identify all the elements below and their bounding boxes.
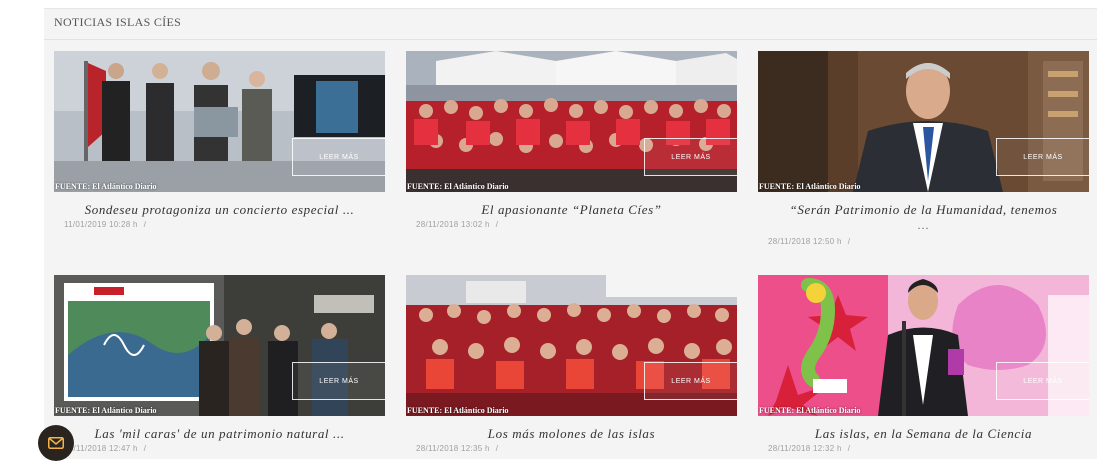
photo-source: FUENTE: El Atlántico Diario [759, 406, 861, 415]
section-title: NOTICIAS ISLAS CÍES [54, 15, 182, 29]
news-card[interactable]: LEER MÁS FUENTE: El Atlántico Diario Los… [406, 275, 737, 453]
separator-slash: / [495, 444, 499, 453]
separator-slash: / [847, 237, 851, 246]
news-card[interactable]: LEER MÁS FUENTE: El Atlántico Diario Son… [54, 51, 385, 229]
news-meta: 28/11/2018 12:32 h / [768, 444, 1089, 453]
news-thumbnail[interactable]: LEER MÁS FUENTE: El Atlántico Diario [54, 51, 385, 192]
read-more-button[interactable]: LEER MÁS [644, 362, 737, 400]
read-more-button[interactable]: LEER MÁS [644, 138, 737, 176]
read-more-button[interactable]: LEER MÁS [292, 138, 385, 176]
news-thumbnail[interactable]: LEER MÁS FUENTE: El Atlántico Diario [406, 275, 737, 416]
news-meta: 28/11/2018 13:02 h / [416, 220, 737, 229]
photo-source: FUENTE: El Atlántico Diario [55, 182, 157, 191]
photo-source: FUENTE: El Atlántico Diario [759, 182, 861, 191]
news-title[interactable]: “Serán Patrimonio de la Humanidad, tenem… [758, 202, 1089, 218]
news-meta: 28/11/2018 12:47 h / [64, 444, 385, 453]
news-date: 28/11/2018 12:35 h [416, 444, 490, 453]
news-meta: 28/11/2018 12:35 h / [416, 444, 737, 453]
news-thumbnail[interactable]: LEER MÁS FUENTE: El Atlántico Diario [758, 51, 1089, 192]
news-title[interactable]: Sondeseu protagoniza un concierto especi… [54, 202, 385, 218]
news-title[interactable]: Los más molones de las islas [406, 426, 737, 442]
separator-slash: / [495, 220, 499, 229]
photo-source: FUENTE: El Atlántico Diario [407, 182, 509, 191]
news-card[interactable]: LEER MÁS FUENTE: El Atlántico Diario Las… [758, 275, 1089, 453]
news-card[interactable]: LEER MÁS FUENTE: El Atlántico Diario El … [406, 51, 737, 229]
news-date: 28/11/2018 12:32 h [768, 444, 842, 453]
photo-source: FUENTE: El Atlántico Diario [55, 406, 157, 415]
photo-source: FUENTE: El Atlántico Diario [407, 406, 509, 415]
read-more-button[interactable]: LEER MÁS [996, 138, 1089, 176]
news-date: 11/01/2019 10:28 h [64, 220, 138, 229]
news-date: 28/11/2018 12:47 h [64, 444, 138, 453]
separator-slash: / [847, 444, 851, 453]
chat-button[interactable] [38, 425, 74, 461]
news-title[interactable]: El apasionante “Planeta Cíes” [406, 202, 737, 218]
envelope-icon [48, 437, 64, 449]
news-title[interactable]: Las islas, en la Semana de la Ciencia [758, 426, 1089, 442]
read-more-button[interactable]: LEER MÁS [996, 362, 1089, 400]
news-meta: 11/01/2019 10:28 h / [64, 220, 385, 229]
section-divider [44, 39, 1097, 40]
news-thumbnail[interactable]: LEER MÁS FUENTE: El Atlántico Diario [758, 275, 1089, 416]
news-meta: 28/11/2018 12:50 h / [768, 237, 1089, 246]
read-more-button[interactable]: LEER MÁS [292, 362, 385, 400]
news-title-ellipsis: ... [917, 218, 930, 232]
news-thumbnail[interactable]: LEER MÁS FUENTE: El Atlántico Diario [54, 275, 385, 416]
news-card[interactable]: LEER MÁS FUENTE: El Atlántico Diario Las… [54, 275, 385, 453]
news-title[interactable]: Las 'mil caras' de un patrimonio natural… [54, 426, 385, 442]
news-date: 28/11/2018 13:02 h [416, 220, 490, 229]
news-thumbnail[interactable]: LEER MÁS FUENTE: El Atlántico Diario [406, 51, 737, 192]
news-card[interactable]: LEER MÁS FUENTE: El Atlántico Diario “Se… [758, 51, 1089, 246]
separator-slash: / [143, 220, 147, 229]
news-section: NOTICIAS ISLAS CÍES LEER MÁS FUENTE: El … [44, 8, 1097, 459]
separator-slash: / [143, 444, 147, 453]
news-date: 28/11/2018 12:50 h [768, 237, 842, 246]
